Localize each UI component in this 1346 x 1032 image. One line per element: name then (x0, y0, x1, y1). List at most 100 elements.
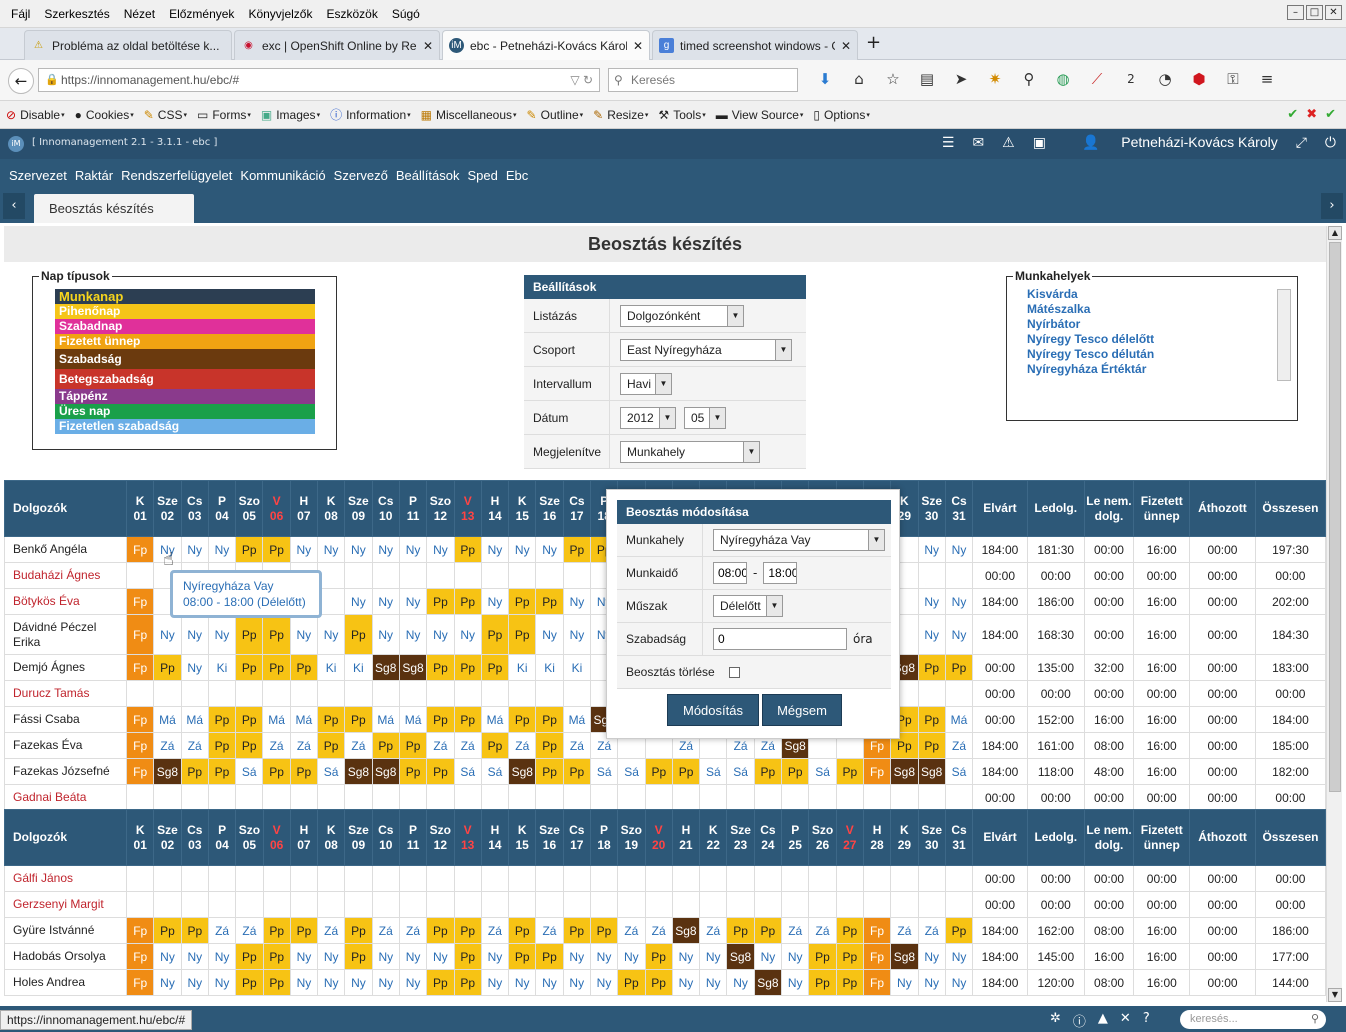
schedule-cell[interactable] (371, 784, 400, 811)
schedule-cell[interactable] (890, 891, 919, 918)
schedule-cell[interactable]: Zá (453, 732, 482, 759)
schedule-cell[interactable] (289, 784, 318, 811)
schedule-cell[interactable] (344, 891, 373, 918)
schedule-cell[interactable] (426, 562, 455, 589)
schedule-cell[interactable]: Zá (153, 732, 182, 759)
schedule-cell[interactable]: Má (153, 706, 182, 733)
url-bar[interactable]: 🔒 https://innomanagement.hu/ebc/# ▽ ↻ (38, 68, 600, 92)
schedule-cell[interactable]: Fp (126, 614, 155, 655)
schedule-cell[interactable]: Ny (153, 943, 182, 970)
csoport-select[interactable]: East Nyíregyháza ▼ (620, 338, 792, 361)
schedule-cell[interactable] (562, 680, 592, 707)
tab-ebc[interactable]: iM ebc - Petneházi-Kovács Károl... ✕ (442, 30, 650, 60)
dev-forms[interactable]: ▭ Forms ▾ (197, 108, 251, 122)
schedule-cell[interactable]: Ny (344, 588, 373, 615)
schedule-cell[interactable]: Sg8 (890, 943, 919, 970)
schedule-cell[interactable]: Ny (207, 943, 237, 970)
muszak-select[interactable]: Délelőtt ▼ (713, 595, 783, 617)
schedule-cell[interactable]: Ny (371, 969, 400, 996)
schedule-cell[interactable] (453, 891, 482, 918)
schedule-cell[interactable]: Fp (126, 654, 155, 681)
schedule-cell[interactable] (153, 865, 182, 892)
download-icon[interactable]: ⬇ (808, 70, 842, 88)
employee-name[interactable]: Holes Andrea (4, 969, 128, 996)
nav-ebc[interactable]: Ebc (506, 168, 528, 183)
schedule-cell[interactable]: Fp (862, 758, 892, 785)
schedule-cell[interactable] (917, 865, 946, 892)
schedule-cell[interactable]: Pp (617, 969, 646, 996)
schedule-cell[interactable] (508, 784, 537, 811)
help-icon[interactable]: ? (1143, 1011, 1150, 1030)
schedule-cell[interactable]: Fp (126, 732, 155, 759)
schedule-cell[interactable]: Ki (562, 654, 592, 681)
schedule-cell[interactable]: Ny (371, 536, 400, 563)
schedule-cell[interactable] (289, 891, 319, 918)
schedule-cell[interactable]: Sá (944, 758, 974, 785)
time-to-input[interactable] (763, 562, 798, 584)
schedule-cell[interactable]: Ny (944, 588, 974, 615)
mail-icon[interactable]: ✉ (972, 135, 984, 151)
employee-name[interactable]: Durucz Tamás (4, 680, 128, 707)
workplace-item[interactable]: Nyíregy Tesco délután (1027, 347, 1297, 362)
schedule-cell[interactable]: Ny (562, 614, 592, 655)
schedule-cell[interactable]: Ny (535, 536, 564, 563)
shuffle-icon[interactable]: ✕ (1120, 1011, 1131, 1030)
employee-name[interactable]: Budaházi Ágnes (4, 562, 128, 589)
schedule-cell[interactable]: Sá (480, 758, 510, 785)
schedule-cell[interactable]: Ki (535, 654, 564, 681)
schedule-cell[interactable]: Pp (562, 536, 592, 563)
schedule-cell[interactable]: Ny (753, 943, 783, 970)
schedule-cell[interactable] (453, 865, 482, 892)
schedule-cell[interactable]: Pp (453, 969, 482, 996)
schedule-cell[interactable]: Pp (426, 917, 455, 944)
schedule-cell[interactable] (398, 891, 428, 918)
schedule-cell[interactable]: Pp (235, 969, 264, 996)
schedule-cell[interactable]: Ny (671, 943, 701, 970)
schedule-cell[interactable]: Ny (207, 969, 237, 996)
maximize-icon[interactable]: □ (1306, 5, 1323, 20)
schedule-cell[interactable]: Ny (207, 536, 237, 563)
schedule-cell[interactable] (617, 891, 646, 918)
schedule-cell[interactable] (644, 784, 673, 811)
schedule-cell[interactable]: Ny (589, 969, 619, 996)
schedule-cell[interactable]: Pp (235, 732, 264, 759)
schedule-cell[interactable] (426, 680, 455, 707)
schedule-cell[interactable] (207, 865, 237, 892)
schedule-cell[interactable]: Zá (235, 917, 264, 944)
schedule-cell[interactable] (235, 865, 264, 892)
page-scrollbar[interactable]: ▲ ▼ (1326, 226, 1342, 1002)
reading-list-icon[interactable]: ▤ (910, 70, 944, 88)
schedule-cell[interactable]: Má (944, 706, 974, 733)
schedule-cell[interactable] (453, 680, 482, 707)
schedule-cell[interactable] (753, 865, 783, 892)
schedule-cell[interactable]: Ny (917, 614, 946, 655)
schedule-cell[interactable]: Pp (262, 536, 291, 563)
power-icon[interactable]: ⏻ (1325, 135, 1336, 151)
schedule-cell[interactable]: Pp (671, 758, 701, 785)
schedule-cell[interactable]: Pp (289, 758, 318, 785)
menu-history[interactable]: Előzmények (162, 7, 241, 21)
schedule-cell[interactable]: Pp (262, 758, 291, 785)
schedule-cell[interactable] (180, 680, 209, 707)
schedule-cell[interactable]: Pp (398, 732, 428, 759)
schedule-cell[interactable] (398, 562, 428, 589)
schedule-cell[interactable]: Sg8 (371, 758, 400, 785)
schedule-cell[interactable] (562, 891, 591, 918)
back-icon[interactable]: ← (8, 68, 34, 94)
schedule-cell[interactable]: Ny (289, 614, 318, 655)
schedule-cell[interactable]: Pp (453, 706, 482, 733)
schedule-cell[interactable] (917, 784, 946, 811)
listazas-select[interactable]: Dolgozónként ▼ (620, 304, 744, 327)
schedule-cell[interactable]: Ki (344, 654, 373, 681)
schedule-cell[interactable]: Ny (426, 614, 455, 655)
schedule-cell[interactable]: Ny (180, 536, 209, 563)
scroll-down-icon[interactable]: ▼ (1328, 988, 1342, 1002)
schedule-cell[interactable] (262, 784, 291, 811)
schedule-cell[interactable] (753, 784, 783, 811)
chevron-left-icon[interactable]: ‹ (3, 193, 25, 219)
schedule-cell[interactable]: Pp (207, 706, 237, 733)
nav-szervezet[interactable]: Szervezet (9, 168, 67, 183)
schedule-cell[interactable]: Pp (316, 706, 346, 733)
schedule-cell[interactable]: Pp (235, 943, 264, 970)
schedule-cell[interactable]: Pp (508, 706, 537, 733)
